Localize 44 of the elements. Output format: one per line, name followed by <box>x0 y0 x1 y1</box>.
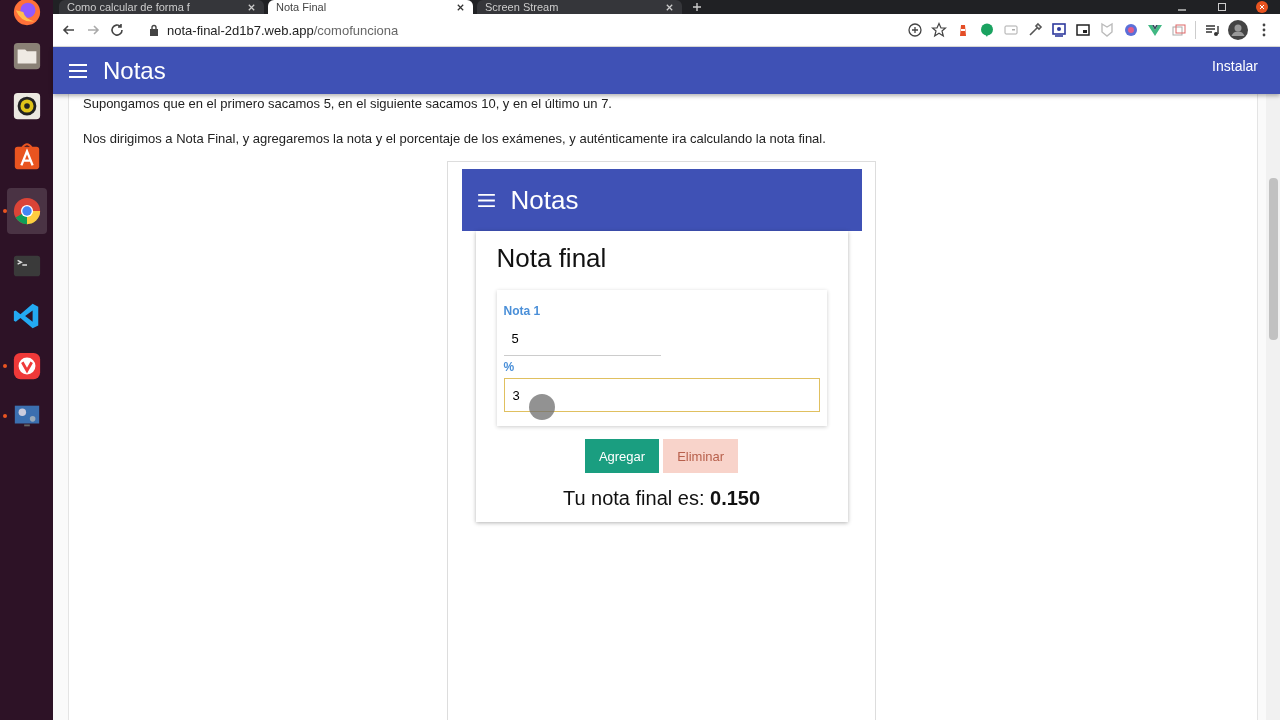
avatar-icon[interactable] <box>1228 20 1248 40</box>
speaker-icon <box>11 91 42 121</box>
menu-icon[interactable] <box>69 63 87 78</box>
chrome-icon <box>11 196 42 226</box>
field-label: Nota 1 <box>503 304 542 318</box>
running-dot <box>2 414 7 418</box>
menu-icon <box>477 193 495 207</box>
field-label: % <box>503 360 516 374</box>
install-button[interactable]: Instalar <box>1206 57 1264 75</box>
paragraph: Supongamos que en el primero sacamos 5, en el siguiente sacamos 10, y en el último un 7. <box>83 96 613 112</box>
folder-icon <box>11 41 42 71</box>
browser-tab[interactable]: Screen Stream <box>477 0 682 14</box>
aperture-icon[interactable] <box>1123 22 1139 38</box>
add-circle-icon[interactable] <box>907 22 923 38</box>
app-title: Notas <box>103 56 166 85</box>
picture-in-picture-icon[interactable] <box>1075 22 1091 38</box>
close-icon[interactable] <box>1256 1 1268 13</box>
app-title: Notas <box>510 184 579 216</box>
url-text[interactable]: nota-final-2d1b7.web.app/comofunciona <box>167 22 399 38</box>
running-dot <box>2 209 7 213</box>
playlist-icon[interactable] <box>1204 22 1220 38</box>
input-field[interactable]: 3 <box>503 378 820 412</box>
scrollbar-thumb[interactable] <box>1268 178 1278 340</box>
browser-tab[interactable]: Nota Final <box>268 0 473 14</box>
reload-icon[interactable] <box>109 22 125 38</box>
maximize-icon[interactable] <box>1216 1 1228 13</box>
heading: Nota final <box>496 243 607 274</box>
result-text: Tu nota final es: 0.150 <box>562 487 761 510</box>
v-logo-icon[interactable] <box>1147 22 1163 38</box>
firefox-icon <box>11 0 42 27</box>
close-icon[interactable] <box>456 2 465 12</box>
lock-icon <box>149 24 159 36</box>
paragraph: Nos dirigimos a Nota Final, y agregaremos la nota y el porcentaje de los exámenes, y auténticamente ira calculando la nota final. <box>83 131 827 147</box>
dock-item[interactable] <box>6 188 47 234</box>
plus-icon[interactable] <box>692 2 702 12</box>
eyedropper-icon[interactable] <box>1027 22 1043 38</box>
input-field[interactable]: 5 <box>503 322 661 356</box>
screen-icon[interactable] <box>1051 22 1067 38</box>
cursor-icon <box>528 394 555 420</box>
chat-bubble-icon[interactable] <box>979 22 995 38</box>
running-dot <box>2 364 7 368</box>
browser-tab[interactable]: Como calcular de forma f <box>59 0 264 14</box>
browser-icon <box>11 351 42 381</box>
star-icon[interactable] <box>931 22 947 38</box>
